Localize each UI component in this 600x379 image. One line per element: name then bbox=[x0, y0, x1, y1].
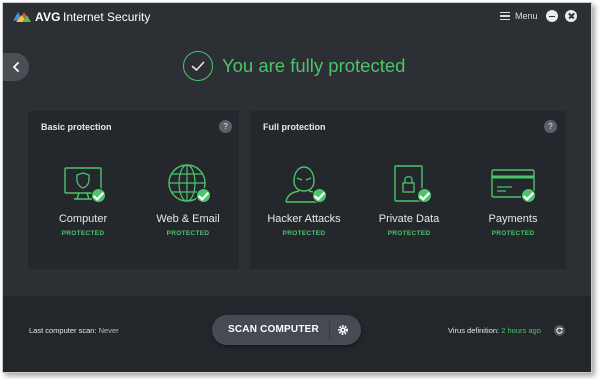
feature-status: PROTECTED bbox=[491, 230, 535, 237]
app-title: Internet Security bbox=[63, 10, 151, 24]
chevron-left-icon bbox=[13, 62, 19, 72]
check-circle-icon bbox=[183, 51, 213, 81]
app-window: AVG Internet Security Menu You are fully… bbox=[2, 2, 592, 373]
feature-status: PROTECTED bbox=[166, 230, 210, 237]
scan-computer-button[interactable]: SCAN COMPUTER bbox=[228, 324, 319, 335]
protected-check-icon bbox=[417, 188, 432, 203]
virus-definition-label: Virus definition: bbox=[448, 326, 500, 335]
protected-check-icon bbox=[521, 188, 536, 203]
refresh-icon bbox=[556, 327, 563, 334]
full-protection-panel: Full protection ? Hacker Attacks PROTECT… bbox=[250, 111, 566, 269]
footer: Last computer scan: Never SCAN COMPUTER … bbox=[3, 296, 591, 372]
feature-label: Payments bbox=[488, 213, 538, 225]
virus-definition-info: Virus definition: 2 hours ago bbox=[448, 326, 541, 335]
protected-check-icon bbox=[196, 188, 211, 203]
title-bar: AVG Internet Security Menu bbox=[3, 3, 591, 31]
last-scan-label: Last computer scan: bbox=[29, 326, 97, 335]
help-icon[interactable]: ? bbox=[544, 120, 557, 133]
divider bbox=[329, 321, 330, 339]
hamburger-icon bbox=[500, 12, 510, 20]
feature-computer[interactable]: Computer PROTECTED bbox=[35, 161, 131, 237]
minimize-button[interactable] bbox=[546, 10, 558, 22]
protected-check-icon bbox=[91, 188, 106, 203]
close-button[interactable] bbox=[565, 10, 577, 22]
brand-name: AVG bbox=[35, 10, 61, 24]
feature-status: PROTECTED bbox=[387, 230, 431, 237]
feature-label: Computer bbox=[58, 213, 108, 225]
status-headline: You are fully protected bbox=[222, 55, 406, 76]
avg-logo: AVG bbox=[12, 10, 61, 24]
gear-icon[interactable] bbox=[336, 323, 350, 337]
feature-label: Private Data bbox=[378, 213, 440, 225]
virus-definition-value[interactable]: 2 hours ago bbox=[501, 326, 541, 335]
protection-status: You are fully protected bbox=[183, 51, 405, 81]
basic-protection-panel: Basic protection ? Computer PROTECTED We… bbox=[28, 111, 239, 269]
panel-title: Full protection bbox=[263, 122, 326, 132]
protected-check-icon bbox=[312, 188, 327, 203]
refresh-button[interactable] bbox=[554, 325, 565, 336]
feature-status: PROTECTED bbox=[61, 230, 105, 237]
feature-private-data[interactable]: Private Data PROTECTED bbox=[361, 161, 457, 237]
help-icon[interactable]: ? bbox=[219, 120, 232, 133]
feature-status: PROTECTED bbox=[282, 230, 326, 237]
feature-label: Web & Email bbox=[156, 213, 220, 225]
panel-title: Basic protection bbox=[41, 122, 112, 132]
last-scan-info: Last computer scan: Never bbox=[29, 326, 119, 335]
feature-web-email[interactable]: Web & Email PROTECTED bbox=[140, 161, 236, 237]
back-button[interactable] bbox=[3, 53, 29, 81]
avg-logo-icon bbox=[13, 12, 31, 22]
feature-hacker-attacks[interactable]: Hacker Attacks PROTECTED bbox=[256, 161, 352, 237]
menu-label: Menu bbox=[515, 11, 538, 21]
feature-label: Hacker Attacks bbox=[267, 213, 341, 225]
feature-payments[interactable]: Payments PROTECTED bbox=[465, 161, 561, 237]
scan-computer-button-group: SCAN COMPUTER bbox=[212, 315, 361, 345]
last-scan-value: Never bbox=[98, 326, 119, 335]
menu-button[interactable]: Menu bbox=[500, 11, 538, 21]
